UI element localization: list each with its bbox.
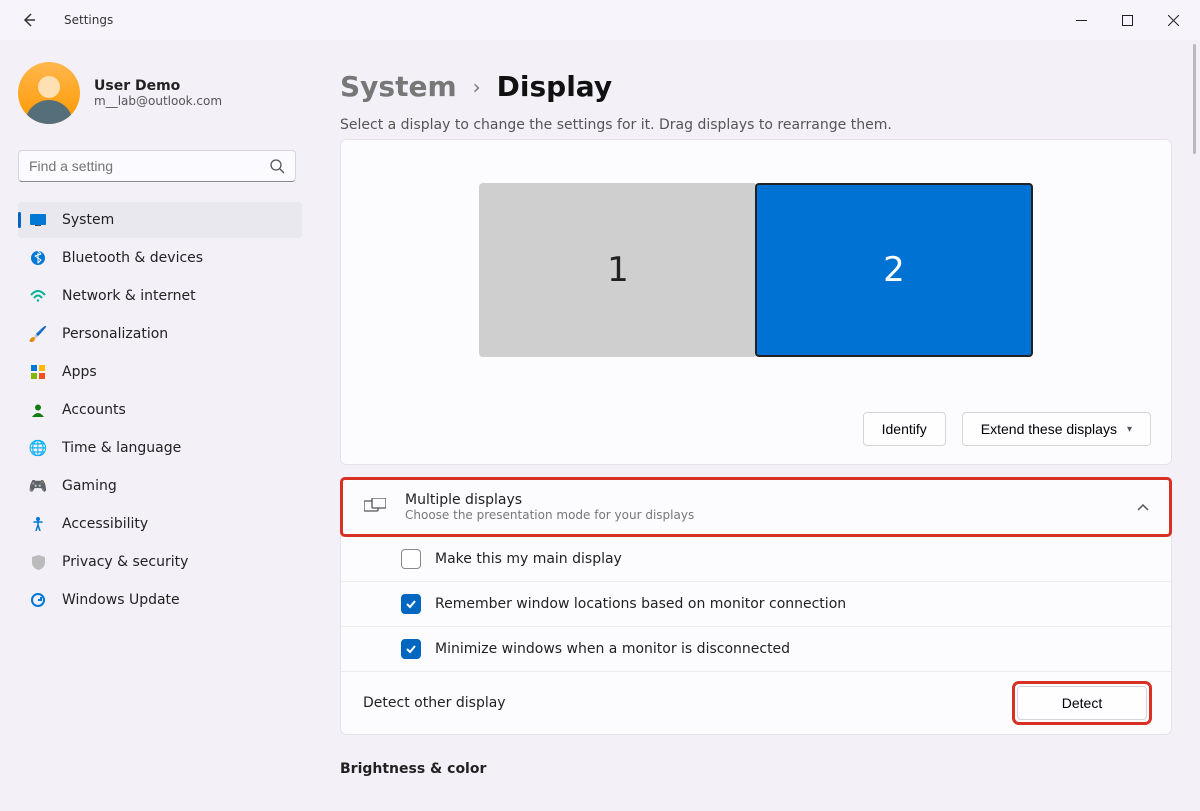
sidebar-item-label: Privacy & security xyxy=(62,554,188,570)
row-label: Minimize windows when a monitor is disco… xyxy=(435,641,1149,657)
sidebar-item-system[interactable]: System xyxy=(18,202,302,238)
display-1[interactable]: 1 xyxy=(479,183,757,357)
row-remember-locations[interactable]: Remember window locations based on monit… xyxy=(341,581,1171,626)
display-2[interactable]: 2 xyxy=(755,183,1033,357)
display-arrange-panel: 1 2 Identify Extend these displays ▾ xyxy=(340,139,1172,465)
bluetooth-icon xyxy=(30,250,46,266)
brightness-color-heading: Brightness & color xyxy=(340,761,1172,777)
sidebar-item-label: Apps xyxy=(62,364,97,380)
person-icon xyxy=(30,402,46,418)
display-canvas[interactable]: 1 2 xyxy=(341,140,1171,400)
user-name: User Demo xyxy=(94,78,222,94)
detect-button[interactable]: Detect xyxy=(1017,686,1147,720)
sidebar-item-accessibility[interactable]: Accessibility xyxy=(18,506,302,542)
multi-display-icon xyxy=(363,495,387,519)
helper-text: Select a display to change the settings … xyxy=(340,117,1172,133)
sidebar-item-apps[interactable]: Apps xyxy=(18,354,302,390)
row-label: Detect other display xyxy=(363,695,1001,711)
row-detect-other: Detect other display Detect xyxy=(341,671,1171,734)
back-button[interactable] xyxy=(20,11,38,29)
sidebar-item-label: Network & internet xyxy=(62,288,196,304)
chevron-down-icon: ▾ xyxy=(1127,424,1132,435)
sidebar-item-time-language[interactable]: 🌐 Time & language xyxy=(18,430,302,466)
sidebar-item-label: Personalization xyxy=(62,326,168,342)
page-title: Display xyxy=(497,70,612,103)
sidebar: User Demo m__lab@outlook.com System Blue… xyxy=(0,40,310,811)
avatar xyxy=(18,62,80,124)
nav-list: System Bluetooth & devices Network & int… xyxy=(18,202,302,618)
row-minimize-disconnected[interactable]: Minimize windows when a monitor is disco… xyxy=(341,626,1171,671)
accessibility-icon xyxy=(30,516,46,532)
arrow-left-icon xyxy=(21,12,37,28)
search-icon xyxy=(269,158,285,174)
multiple-displays-header[interactable]: Multiple displays Choose the presentatio… xyxy=(341,478,1171,536)
scrollbar-thumb[interactable] xyxy=(1193,44,1196,154)
row-label: Make this my main display xyxy=(435,551,1149,567)
wifi-icon xyxy=(30,288,46,304)
brush-icon: 🖌️ xyxy=(30,326,46,342)
sidebar-item-label: Gaming xyxy=(62,478,117,494)
close-button[interactable] xyxy=(1150,5,1196,35)
sidebar-item-personalization[interactable]: 🖌️ Personalization xyxy=(18,316,302,352)
checkbox-minimize[interactable] xyxy=(401,639,421,659)
apps-icon xyxy=(30,364,46,380)
sidebar-item-label: System xyxy=(62,212,114,228)
multiple-displays-card: Multiple displays Choose the presentatio… xyxy=(340,477,1172,735)
system-icon xyxy=(30,212,46,228)
update-icon xyxy=(30,592,46,608)
globe-icon: 🌐 xyxy=(30,440,46,456)
minimize-icon xyxy=(1076,15,1087,26)
user-block[interactable]: User Demo m__lab@outlook.com xyxy=(18,62,302,124)
card-title: Multiple displays xyxy=(405,492,1119,508)
user-email: m__lab@outlook.com xyxy=(94,94,222,108)
sidebar-item-network[interactable]: Network & internet xyxy=(18,278,302,314)
sidebar-item-label: Time & language xyxy=(62,440,181,456)
search-input[interactable] xyxy=(29,158,269,174)
card-subtitle: Choose the presentation mode for your di… xyxy=(405,508,1119,522)
chevron-up-icon xyxy=(1137,503,1149,511)
sidebar-item-gaming[interactable]: 🎮 Gaming xyxy=(18,468,302,504)
sidebar-item-label: Accessibility xyxy=(62,516,148,532)
maximize-icon xyxy=(1122,15,1133,26)
breadcrumb-parent[interactable]: System xyxy=(340,70,457,103)
app-title: Settings xyxy=(64,13,113,27)
maximize-button[interactable] xyxy=(1104,5,1150,35)
sidebar-item-accounts[interactable]: Accounts xyxy=(18,392,302,428)
checkbox-remember[interactable] xyxy=(401,594,421,614)
sidebar-item-label: Bluetooth & devices xyxy=(62,250,203,266)
gaming-icon: 🎮 xyxy=(30,478,46,494)
row-main-display[interactable]: Make this my main display xyxy=(341,536,1171,581)
identify-button[interactable]: Identify xyxy=(863,412,946,446)
sidebar-item-label: Windows Update xyxy=(62,592,180,608)
sidebar-item-bluetooth[interactable]: Bluetooth & devices xyxy=(18,240,302,276)
sidebar-item-windows-update[interactable]: Windows Update xyxy=(18,582,302,618)
checkbox-main-display[interactable] xyxy=(401,549,421,569)
main-content: System › Display Select a display to cha… xyxy=(310,40,1200,811)
breadcrumb: System › Display xyxy=(340,70,1172,103)
search-box[interactable] xyxy=(18,150,296,182)
sidebar-item-label: Accounts xyxy=(62,402,126,418)
sidebar-item-privacy[interactable]: Privacy & security xyxy=(18,544,302,580)
detect-highlight: Detect xyxy=(1015,684,1149,722)
row-label: Remember window locations based on monit… xyxy=(435,596,1149,612)
chevron-right-icon: › xyxy=(473,75,481,99)
extend-displays-dropdown[interactable]: Extend these displays ▾ xyxy=(962,412,1151,446)
title-bar: Settings xyxy=(0,0,1200,40)
minimize-button[interactable] xyxy=(1058,5,1104,35)
shield-icon xyxy=(30,554,46,570)
close-icon xyxy=(1168,15,1179,26)
